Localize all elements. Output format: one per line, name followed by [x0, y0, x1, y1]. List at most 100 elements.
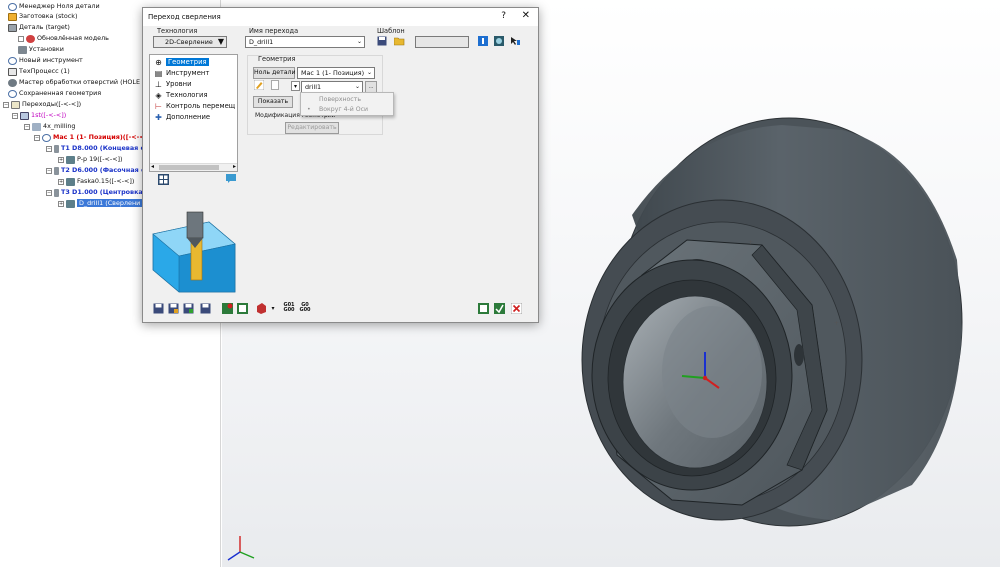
tree-item-op-pp19[interactable]: + P-p 19([-<-<]): [58, 154, 123, 165]
technology-select[interactable]: 2D-Сверление ▼: [153, 36, 227, 48]
save-as-icon[interactable]: [167, 303, 179, 315]
add-transition-icon[interactable]: [477, 303, 489, 315]
pick-cursor-icon[interactable]: [509, 36, 521, 48]
cancel-icon[interactable]: [510, 302, 522, 315]
svg-text:+: +: [834, 320, 839, 327]
dialog-title: Переход сверления: [148, 13, 221, 21]
part-zero-manager-icon: [8, 2, 17, 11]
scroll-right-icon[interactable]: ▸: [233, 163, 236, 170]
simulate-icon[interactable]: [255, 303, 267, 315]
collapse-icon[interactable]: −: [12, 112, 18, 119]
collapse-icon[interactable]: −: [24, 123, 30, 130]
part-zero-select[interactable]: Мас 1 (1- Позиция) ⌄: [297, 67, 375, 79]
tree-node-extra[interactable]: ✚ Дополнение: [154, 112, 210, 123]
menu-item-surface[interactable]: Поверхность: [319, 96, 361, 103]
tree-item-mac1[interactable]: − Мас 1 (1- Позиция)([-<-<]): [34, 132, 150, 143]
transition-name-value: D_drill1: [249, 38, 274, 46]
tree-item-stock[interactable]: Заготовка (stock): [8, 11, 77, 22]
tree-node-geometry[interactable]: ⊕ Геометрия: [154, 57, 209, 68]
collapse-icon[interactable]: −: [34, 134, 40, 141]
transition-name-input[interactable]: D_drill1 ⌄: [245, 36, 365, 48]
collapse-icon[interactable]: −: [46, 145, 52, 152]
g01-button[interactable]: G01 G00: [283, 303, 295, 315]
geometry-type-dropdown[interactable]: ▾: [291, 81, 300, 91]
tree-item-new-tool[interactable]: Новый инструмент: [8, 55, 83, 66]
tree-item-transitions[interactable]: − Переходы([-<-<]): [3, 99, 81, 110]
scrollbar-thumb[interactable]: [159, 165, 219, 170]
collapse-icon[interactable]: −: [3, 101, 9, 108]
technology-value: 2D-Сверление: [165, 38, 213, 46]
horizontal-scrollbar[interactable]: ◂ ▸: [150, 163, 237, 171]
template-field[interactable]: [415, 36, 469, 48]
save-template-bottom-icon[interactable]: [182, 303, 194, 315]
new-tool-icon: [8, 56, 17, 65]
help-button[interactable]: ?: [501, 11, 506, 21]
simulate-dropdown-icon[interactable]: ▾: [267, 303, 279, 315]
wrench-icon: [18, 45, 27, 54]
capture-icon[interactable]: [493, 36, 505, 48]
tree-node-motion-control[interactable]: ⊢ Контроль перемещ: [154, 101, 235, 112]
chevron-down-icon: ⌄: [366, 69, 372, 76]
save-icon[interactable]: [152, 303, 164, 315]
info-icon[interactable]: [477, 36, 489, 48]
techprocess-icon: [8, 67, 17, 76]
expand-icon[interactable]: +: [58, 178, 64, 185]
tree-item-tool-t3[interactable]: − T3 D1.000 (Центровка: [46, 187, 143, 198]
expand-icon[interactable]: +: [58, 156, 64, 163]
technology-label: Технология: [157, 27, 198, 35]
updated-model-icon: [26, 34, 35, 43]
ok-icon[interactable]: [493, 303, 505, 315]
save-template-icon[interactable]: [376, 36, 388, 48]
tree-item-tool-t2[interactable]: − T2 D6.000 (Фасочная ф: [46, 165, 147, 176]
part-zero-button[interactable]: Ноль детали: [253, 67, 295, 79]
open-template-icon[interactable]: [393, 36, 405, 48]
edit-pencil-icon[interactable]: [253, 79, 265, 92]
show-button[interactable]: Показать: [253, 96, 293, 108]
calculate-all-icon[interactable]: [236, 303, 248, 315]
geometry-icon: ⊕: [155, 57, 162, 67]
checkbox-icon[interactable]: [18, 35, 24, 42]
levels-icon: ⊥: [155, 79, 162, 89]
edit-button[interactable]: Редактировать: [285, 122, 339, 134]
tree-item-op-faska[interactable]: + Faska0.15([-<-<]): [58, 176, 134, 187]
tree-item-saved-geometry[interactable]: Сохраненная геометрия: [8, 88, 101, 99]
expand-icon[interactable]: +: [58, 200, 64, 207]
tree-item-setups[interactable]: Установки: [18, 44, 64, 55]
tree-item-1st[interactable]: −1st([-<-<]): [12, 110, 66, 121]
close-button[interactable]: ✕: [522, 10, 530, 21]
menu-item-around-4th-axis[interactable]: Вокруг 4-й Оси: [319, 106, 368, 113]
chevron-down-icon: ⌄: [356, 38, 362, 45]
dialog-titlebar[interactable]: Переход сверления ? ✕: [143, 8, 538, 26]
folder-icon: [11, 100, 20, 109]
tree-node-levels[interactable]: ⊥ Уровни: [154, 79, 191, 90]
tree-item-tool-t1[interactable]: − T1 D8.000 (Концевая ф: [46, 143, 147, 154]
grid-view-icon[interactable]: [157, 174, 169, 186]
tree-node-technology[interactable]: ◈ Технология: [154, 90, 207, 101]
drill-operation-icon: [66, 199, 75, 208]
collapse-icon[interactable]: −: [46, 167, 52, 174]
technology-tree[interactable]: ⊕ Геометрия ▤ Инструмент ⊥ Уровни ◈ Технолог…: [149, 54, 238, 172]
drilling-transition-dialog: Переход сверления ? ✕ Технология 2D-Свер…: [142, 7, 539, 323]
collapse-icon[interactable]: −: [46, 189, 52, 196]
tree-item-op-drill1[interactable]: + D_drill1 (Сверлени: [58, 198, 143, 209]
tree-item-target[interactable]: Деталь (target): [8, 22, 70, 33]
end-mill-icon: [54, 144, 59, 153]
tree-item-4x-milling[interactable]: −4x_milling: [24, 121, 75, 132]
operation-icon: [66, 177, 75, 186]
extra-icon: ✚: [155, 112, 162, 122]
geometry-context-menu: Поверхность • Вокруг 4-й Оси: [300, 92, 394, 116]
drill-preview-image: [152, 211, 236, 293]
tree-item-updated-model[interactable]: Обновлённая модель: [18, 33, 109, 44]
calculate-icon[interactable]: [221, 303, 233, 315]
template-label: Шаблон: [377, 27, 405, 35]
tree-item-techprocess[interactable]: ТехПроцесс (1): [8, 66, 70, 77]
operation-icon: [66, 155, 75, 164]
chamfer-mill-icon: [54, 166, 59, 175]
save-all-icon[interactable]: [199, 303, 211, 315]
document-icon[interactable]: [269, 80, 281, 92]
comment-icon[interactable]: [225, 174, 237, 186]
g00-button[interactable]: G0 G00: [299, 303, 311, 315]
tree-node-tool[interactable]: ▤ Инструмент: [154, 68, 210, 79]
scroll-left-icon[interactable]: ◂: [151, 163, 154, 170]
name-label: Имя перехода: [249, 27, 299, 35]
